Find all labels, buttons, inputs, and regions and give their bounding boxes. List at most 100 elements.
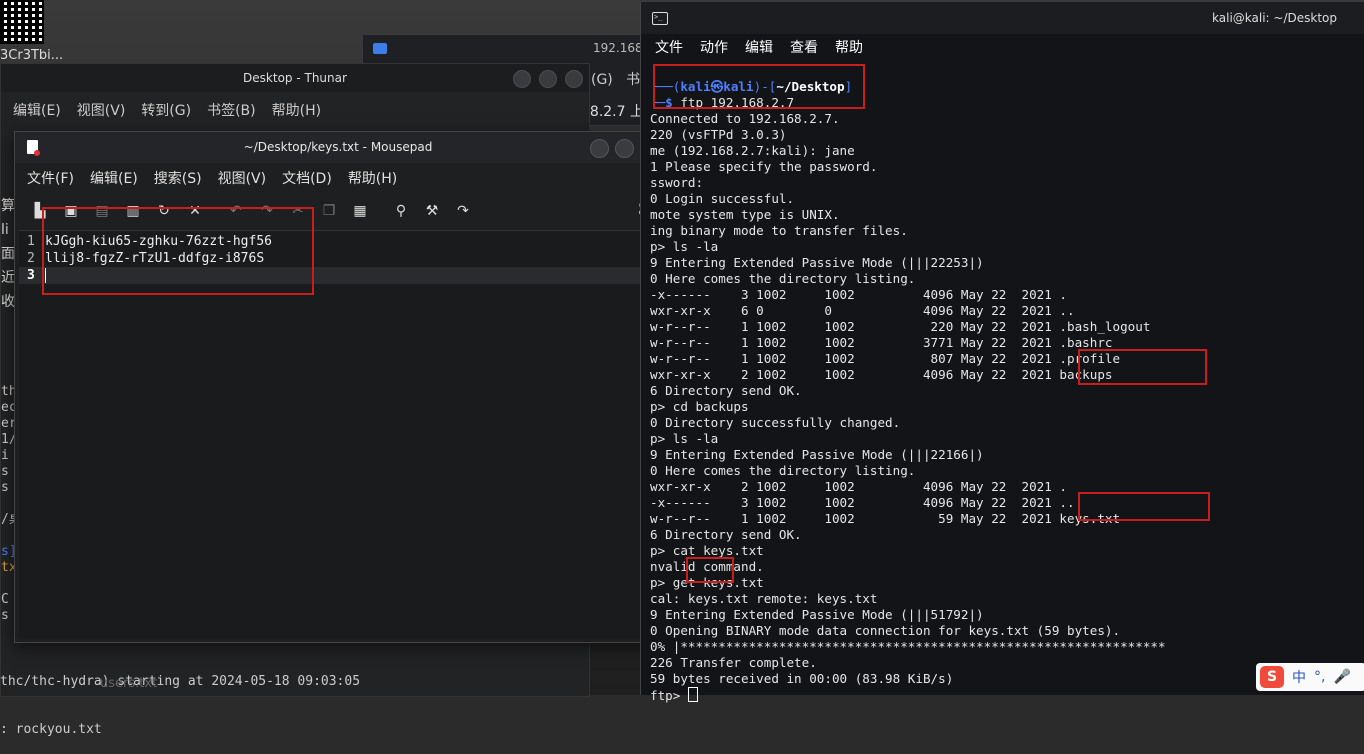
terminal-line: wxr-xr-x 2 1002 1002 4096 May 22 2021 ba… — [650, 367, 1113, 382]
terminal-line: p> cat keys.txt — [650, 543, 764, 558]
terminal-line: ssword: — [650, 175, 704, 190]
terminal-line: 6 Directory send OK. — [650, 527, 802, 542]
minimize-button[interactable] — [590, 139, 609, 158]
terminal-line: -x------ 3 1002 1002 4096 May 22 2021 . — [650, 287, 1068, 302]
background-window-menu: (G) 书 — [591, 69, 640, 89]
menu-view[interactable]: 视图(V) — [77, 100, 126, 120]
terminal-line: 6 Directory send OK. — [650, 383, 802, 398]
text-line: : rockyou.txt — [0, 722, 102, 737]
goto-icon[interactable]: ↷ — [452, 202, 474, 220]
terminal-line: wxr-xr-x 2 1002 1002 4096 May 22 2021 . — [650, 479, 1068, 494]
menu-bookmarks[interactable]: 书 — [626, 72, 640, 88]
paste-icon[interactable]: ▦ — [349, 202, 371, 220]
maximize-button[interactable] — [615, 139, 634, 158]
terminal-line: w-r--r-- 1 1002 1002 59 May 22 2021 keys… — [650, 511, 1121, 526]
terminal-line: nvalid command. — [650, 559, 764, 574]
mousepad-menubar: 文件(F) 编辑(E) 搜索(S) 视图(V) 文档(D) 帮助(H) — [27, 168, 397, 188]
menu-go[interactable]: (G) — [591, 72, 613, 88]
sidebar-item[interactable]: 近 — [1, 266, 15, 290]
output-lines: Connected to 192.168.2.7. 220 (vsFTPd 3.0… — [650, 111, 1362, 687]
terminal-line: ing binary mode to transfer files. — [650, 223, 908, 238]
terminal-titlebar[interactable]: >_ kali@kali: ~/Desktop — [641, 2, 1364, 34]
terminal-line: p> ls -la — [650, 431, 719, 446]
line-number: 2 — [27, 251, 35, 266]
menu-help[interactable]: 帮助(H) — [348, 168, 397, 188]
ime-logo-icon[interactable]: S — [1260, 666, 1284, 688]
menu-view[interactable]: 视图(V) — [218, 168, 267, 188]
mousepad-titlebar[interactable]: ~/Desktop/keys.txt - Mousepad ✕ — [15, 132, 661, 163]
terminal-line: 0% |************************************… — [650, 639, 1166, 654]
terminal-line: 9 Entering Extended Passive Mode (|||221… — [650, 447, 984, 462]
mousepad-title: ~/Desktop/keys.txt - Mousepad — [243, 140, 433, 154]
menu-action[interactable]: 动作 — [700, 37, 728, 57]
menu-edit[interactable]: 编辑 — [745, 37, 773, 57]
terminal-line: mote system type is UNIX. — [650, 207, 840, 222]
terminal-line: 220 (vsFTPd 3.0.3) — [650, 127, 787, 142]
menu-help[interactable]: 帮助 — [835, 37, 863, 57]
sidebar-item[interactable]: 面 — [1, 242, 15, 266]
ime-punctuation[interactable]: °, — [1314, 669, 1325, 685]
menu-edit[interactable]: 编辑(E) — [90, 168, 138, 188]
thunar-title: Desktop - Thunar — [1, 64, 589, 92]
replace-icon[interactable]: ⚒ — [421, 202, 443, 220]
terminal-line: Connected to 192.168.2.7. — [650, 111, 840, 126]
terminal-line: w-r--r-- 1 1002 1002 807 May 22 2021 .pr… — [650, 351, 1121, 366]
sidebar-item[interactable]: 算 — [1, 194, 15, 218]
ime-language[interactable]: 中 — [1292, 667, 1306, 687]
terminal-line: 0 Directory successfully changed. — [650, 415, 901, 430]
terminal-line: p> ls -la — [650, 239, 719, 254]
menu-file[interactable]: 文件(F) — [27, 168, 74, 188]
terminal-line: 0 Opening BINARY mode data connection fo… — [650, 623, 1121, 638]
desktop-file-label[interactable]: users.txt — [100, 676, 157, 691]
minimize-button[interactable] — [513, 70, 531, 88]
annotation-box-backups — [1078, 349, 1207, 385]
annotation-box-keys — [42, 207, 314, 295]
annotation-box-keys-file — [1078, 492, 1210, 521]
menu-view[interactable]: 查看 — [790, 37, 818, 57]
terminal-line: 9 Entering Extended Passive Mode (|||517… — [650, 607, 984, 622]
menu-go[interactable]: 转到(G) — [141, 100, 191, 120]
final-prompt: ftp> — [650, 688, 688, 703]
menu-help[interactable]: 帮助(H) — [272, 100, 321, 120]
background-terminal-bottom: thc/thc-hydra) starting at 2024-05-18 09… — [0, 642, 360, 754]
terminal-icon: >_ — [652, 12, 668, 25]
line-number: 3 — [27, 268, 35, 283]
thunar-menubar: 编辑(E) 视图(V) 转到(G) 书签(B) 帮助(H) — [13, 100, 321, 120]
copy-icon[interactable]: ❐ — [318, 202, 340, 220]
menu-search[interactable]: 搜索(S) — [154, 168, 202, 188]
thunar-sidebar: 算 li 面 近 收 — [1, 194, 15, 314]
terminal-line: 0 Login successful. — [650, 191, 795, 206]
menu-edit[interactable]: 编辑(E) — [13, 100, 61, 120]
qr-code-icon — [0, 0, 44, 44]
sidebar-item[interactable]: 收 — [1, 290, 15, 314]
annotation-box-get — [686, 557, 734, 583]
background-window-status: 58.2.7 上 — [581, 104, 644, 120]
menu-bookmarks[interactable]: 书签(B) — [207, 100, 256, 120]
text-line: thc/thc-hydra) starting at 2024-05-18 09… — [0, 674, 361, 689]
terminal-line: p> cd backups — [650, 399, 749, 414]
terminal-line: cal: keys.txt remote: keys.txt — [650, 591, 878, 606]
menu-document[interactable]: 文档(D) — [282, 168, 332, 188]
find-icon[interactable]: ⚲ — [390, 202, 412, 220]
terminal-output[interactable]: ┌──(kali㉿kali)-[~/Desktop] └─$ ftp 192.16… — [650, 63, 1362, 736]
ime-toolbar[interactable]: S 中 °, 🎤 — [1256, 663, 1364, 691]
annotation-box-ftp-command — [653, 64, 865, 109]
terminal-title: kali@kali: ~/Desktop — [1212, 11, 1337, 25]
terminal-line: 1 Please specify the password. — [650, 159, 878, 174]
terminal-line: 0 Here comes the directory listing. — [650, 271, 916, 286]
desktop-icon-label[interactable]: 3Cr3Tbi... — [0, 48, 63, 63]
terminal-line: -x------ 3 1002 1002 4096 May 22 2021 .. — [650, 495, 1075, 510]
folder-icon — [373, 43, 387, 54]
menu-file[interactable]: 文件 — [655, 37, 683, 57]
sidebar-item[interactable]: li — [1, 218, 15, 242]
terminal-line: wxr-xr-x 6 0 0 4096 May 22 2021 .. — [650, 303, 1075, 318]
terminal-line: w-r--r-- 1 1002 1002 220 May 22 2021 .ba… — [650, 319, 1151, 334]
line-number: 1 — [27, 234, 35, 249]
close-button[interactable] — [565, 70, 583, 88]
terminal-line: 0 Here comes the directory listing. — [650, 463, 916, 478]
terminal-line: 9 Entering Extended Passive Mode (|||222… — [650, 255, 984, 270]
terminal-menubar: 文件 动作 编辑 查看 帮助 — [655, 37, 863, 57]
terminal-line: w-r--r-- 1 1002 1002 3771 May 22 2021 .b… — [650, 335, 1113, 350]
microphone-icon[interactable]: 🎤 — [1333, 669, 1350, 685]
maximize-button[interactable] — [539, 70, 557, 88]
